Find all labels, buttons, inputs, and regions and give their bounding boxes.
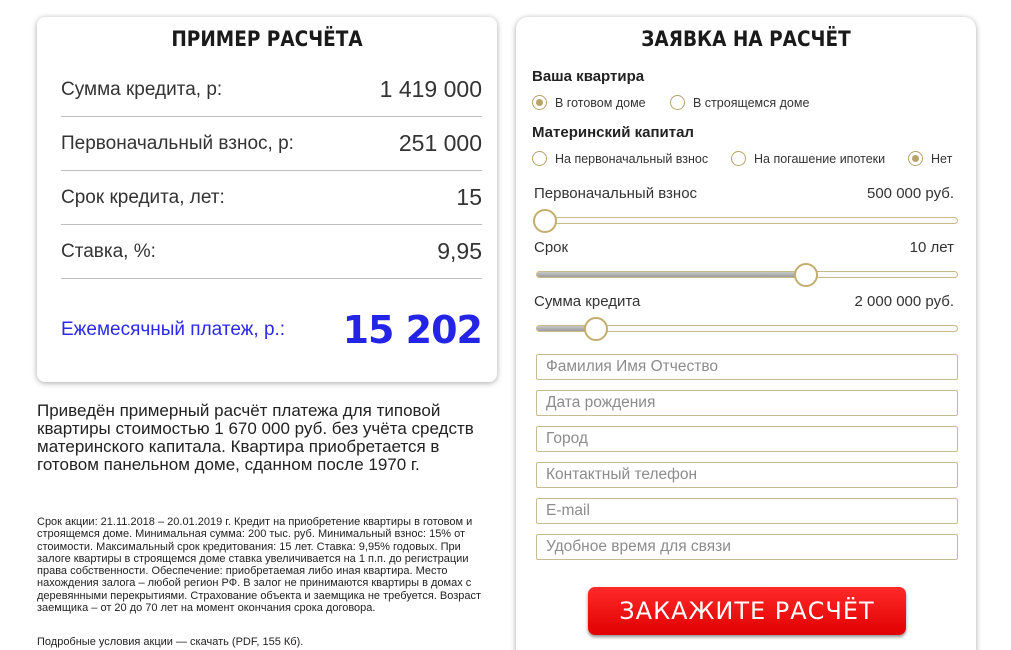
monthly-payment-row: Ежемесячный платеж, р.: 15 202: [61, 302, 483, 358]
down-payment-slider[interactable]: [533, 209, 958, 233]
example-title: ПРИМЕР РАСЧЁТА: [171, 27, 363, 51]
radio-label: На первоначальный взнос: [555, 151, 709, 166]
term-slider[interactable]: [536, 263, 958, 287]
slider-fill: [537, 272, 806, 277]
radio-label: Нет: [931, 151, 953, 166]
radio-label: На погашение ипотеки: [754, 151, 886, 166]
slider-handle[interactable]: [793, 263, 818, 287]
radio-capital-down-payment[interactable]: На первоначальный взнос: [532, 151, 708, 166]
email-input[interactable]: [536, 498, 958, 524]
promo-fine-print: Срок акции: 21.11.2018 – 20.01.2019 г. К…: [37, 516, 482, 615]
city-input[interactable]: [536, 426, 958, 452]
capital-group-title: Материнский капитал: [532, 124, 694, 141]
row-value: 15: [456, 184, 482, 210]
radio-dot[interactable]: [908, 151, 923, 166]
phone-input[interactable]: [536, 462, 958, 488]
calculation-description: Приведён примерный расчёт платежа для ти…: [37, 401, 474, 474]
monthly-payment-value: 15 202: [342, 308, 483, 352]
birth-date-input[interactable]: [536, 390, 958, 416]
row-label: Первоначальный взнос, р:: [61, 132, 294, 154]
slider-label: Срок: [534, 239, 569, 256]
form-title: ЗАЯВКА НА РАСЧЁТ: [641, 27, 851, 51]
radio-dot[interactable]: [731, 151, 746, 166]
contact-time-input[interactable]: [536, 534, 958, 560]
row-label: Срок кредита, лет:: [61, 186, 225, 208]
full-name-input[interactable]: [536, 354, 958, 380]
conditions-download-link[interactable]: Подробные условия акции — скачать (PDF, …: [37, 636, 497, 648]
slider-label: Первоначальный взнос: [534, 185, 698, 202]
down-payment-slider-header: Первоначальный взнос 500 000 руб.: [534, 185, 954, 202]
order-calculation-button[interactable]: ЗАКАЖИТЕ РАСЧЁТ: [588, 587, 906, 635]
row-label: Ставка, %:: [61, 240, 156, 262]
row-down-payment: Первоначальный взнос, р: 251 000: [61, 117, 482, 171]
slider-value: 10 лет: [909, 239, 954, 256]
slider-handle[interactable]: [533, 209, 558, 233]
example-calculation-card: ПРИМЕР РАСЧЁТА Сумма кредита, р: 1 419 0…: [37, 17, 497, 382]
row-value: 251 000: [398, 130, 482, 156]
radio-label: В строящемся доме: [693, 95, 810, 110]
amount-slider[interactable]: [536, 317, 958, 341]
radio-capital-none[interactable]: Нет: [908, 151, 952, 166]
slider-label: Сумма кредита: [534, 293, 641, 310]
radio-ready-house[interactable]: В готовом доме: [532, 95, 646, 110]
radio-capital-repayment[interactable]: На погашение ипотеки: [731, 151, 885, 166]
row-value: 1 419 000: [379, 76, 482, 102]
row-loan-amount: Сумма кредита, р: 1 419 000: [61, 63, 482, 117]
radio-label: В готовом доме: [555, 95, 646, 110]
term-slider-header: Срок 10 лет: [534, 239, 954, 256]
request-form-card: ЗАЯВКА НА РАСЧЁТ Ваша квартира В готовом…: [516, 17, 976, 650]
monthly-payment-label: Ежемесячный платеж, р.:: [61, 319, 286, 340]
radio-dot[interactable]: [532, 151, 547, 166]
radio-building-house[interactable]: В строящемся доме: [670, 95, 809, 110]
slider-handle[interactable]: [583, 317, 608, 341]
amount-slider-header: Сумма кредита 2 000 000 руб.: [534, 293, 954, 310]
apartment-group-title: Ваша квартира: [532, 68, 645, 85]
radio-dot[interactable]: [670, 95, 685, 110]
row-rate: Ставка, %: 9,95: [61, 225, 482, 279]
radio-dot[interactable]: [532, 95, 547, 110]
row-term: Срок кредита, лет: 15: [61, 171, 482, 225]
slider-value: 500 000 руб.: [867, 185, 954, 202]
slider-value: 2 000 000 руб.: [854, 293, 955, 310]
row-value: 9,95: [437, 238, 482, 264]
row-label: Сумма кредита, р:: [61, 78, 223, 100]
